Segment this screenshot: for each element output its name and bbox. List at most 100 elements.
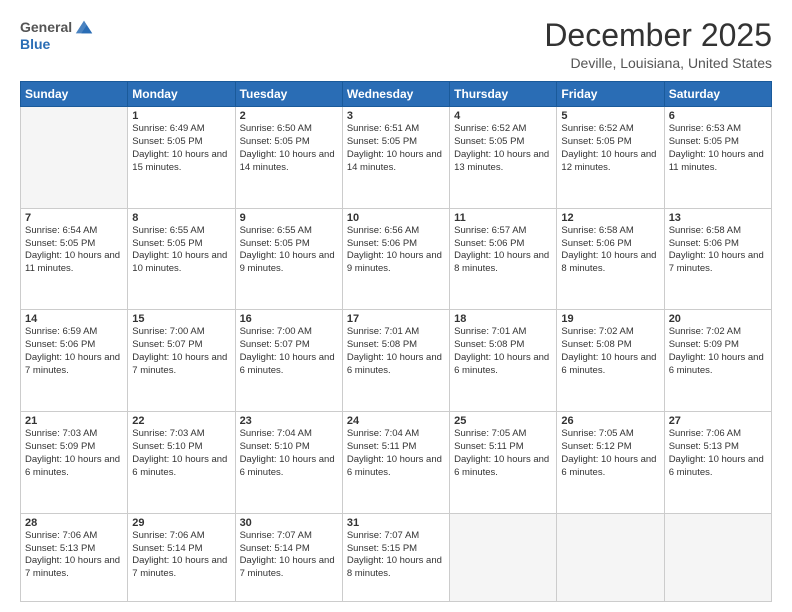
logo: General Blue [20, 18, 94, 52]
day-info: Sunrise: 6:54 AM Sunset: 5:05 PM Dayligh… [25, 225, 123, 276]
day-number: 2 [240, 110, 338, 122]
calendar-cell: 17Sunrise: 7:01 AM Sunset: 5:08 PM Dayli… [342, 310, 449, 412]
day-number: 15 [132, 313, 230, 325]
day-info: Sunrise: 7:05 AM Sunset: 5:12 PM Dayligh… [561, 428, 659, 479]
calendar-cell: 9Sunrise: 6:55 AM Sunset: 5:05 PM Daylig… [235, 208, 342, 310]
day-info: Sunrise: 7:02 AM Sunset: 5:09 PM Dayligh… [669, 326, 767, 377]
day-info: Sunrise: 6:52 AM Sunset: 5:05 PM Dayligh… [454, 123, 552, 174]
logo-general: General [20, 20, 72, 34]
header-thursday: Thursday [450, 82, 557, 107]
header: General Blue December 2025 Deville, Loui… [20, 18, 772, 71]
subtitle: Deville, Louisiana, United States [544, 55, 772, 71]
calendar-cell: 30Sunrise: 7:07 AM Sunset: 5:14 PM Dayli… [235, 513, 342, 601]
logo-icon [74, 18, 94, 36]
day-info: Sunrise: 6:56 AM Sunset: 5:06 PM Dayligh… [347, 225, 445, 276]
day-info: Sunrise: 6:59 AM Sunset: 5:06 PM Dayligh… [25, 326, 123, 377]
day-info: Sunrise: 6:51 AM Sunset: 5:05 PM Dayligh… [347, 123, 445, 174]
day-number: 6 [669, 110, 767, 122]
calendar-cell: 13Sunrise: 6:58 AM Sunset: 5:06 PM Dayli… [664, 208, 771, 310]
day-info: Sunrise: 7:03 AM Sunset: 5:09 PM Dayligh… [25, 428, 123, 479]
day-info: Sunrise: 6:50 AM Sunset: 5:05 PM Dayligh… [240, 123, 338, 174]
day-number: 20 [669, 313, 767, 325]
calendar-cell: 26Sunrise: 7:05 AM Sunset: 5:12 PM Dayli… [557, 412, 664, 514]
header-friday: Friday [557, 82, 664, 107]
calendar-cell: 1Sunrise: 6:49 AM Sunset: 5:05 PM Daylig… [128, 107, 235, 209]
day-info: Sunrise: 7:06 AM Sunset: 5:13 PM Dayligh… [25, 530, 123, 581]
header-wednesday: Wednesday [342, 82, 449, 107]
day-number: 26 [561, 415, 659, 427]
day-info: Sunrise: 7:01 AM Sunset: 5:08 PM Dayligh… [347, 326, 445, 377]
day-info: Sunrise: 7:07 AM Sunset: 5:15 PM Dayligh… [347, 530, 445, 581]
day-number: 14 [25, 313, 123, 325]
day-info: Sunrise: 6:49 AM Sunset: 5:05 PM Dayligh… [132, 123, 230, 174]
day-number: 29 [132, 517, 230, 529]
day-info: Sunrise: 6:55 AM Sunset: 5:05 PM Dayligh… [132, 225, 230, 276]
day-number: 7 [25, 212, 123, 224]
calendar-cell: 18Sunrise: 7:01 AM Sunset: 5:08 PM Dayli… [450, 310, 557, 412]
calendar-cell: 15Sunrise: 7:00 AM Sunset: 5:07 PM Dayli… [128, 310, 235, 412]
day-number: 21 [25, 415, 123, 427]
day-info: Sunrise: 7:00 AM Sunset: 5:07 PM Dayligh… [132, 326, 230, 377]
day-number: 3 [347, 110, 445, 122]
calendar-cell: 6Sunrise: 6:53 AM Sunset: 5:05 PM Daylig… [664, 107, 771, 209]
calendar-cell: 12Sunrise: 6:58 AM Sunset: 5:06 PM Dayli… [557, 208, 664, 310]
calendar-cell: 29Sunrise: 7:06 AM Sunset: 5:14 PM Dayli… [128, 513, 235, 601]
calendar-cell: 19Sunrise: 7:02 AM Sunset: 5:08 PM Dayli… [557, 310, 664, 412]
calendar-cell [450, 513, 557, 601]
day-info: Sunrise: 7:04 AM Sunset: 5:11 PM Dayligh… [347, 428, 445, 479]
day-info: Sunrise: 7:06 AM Sunset: 5:13 PM Dayligh… [669, 428, 767, 479]
calendar-cell: 28Sunrise: 7:06 AM Sunset: 5:13 PM Dayli… [21, 513, 128, 601]
day-info: Sunrise: 6:58 AM Sunset: 5:06 PM Dayligh… [561, 225, 659, 276]
day-number: 8 [132, 212, 230, 224]
day-number: 5 [561, 110, 659, 122]
day-number: 4 [454, 110, 552, 122]
calendar-cell [557, 513, 664, 601]
day-number: 25 [454, 415, 552, 427]
day-info: Sunrise: 7:04 AM Sunset: 5:10 PM Dayligh… [240, 428, 338, 479]
calendar-cell: 27Sunrise: 7:06 AM Sunset: 5:13 PM Dayli… [664, 412, 771, 514]
day-number: 18 [454, 313, 552, 325]
day-number: 24 [347, 415, 445, 427]
day-info: Sunrise: 6:52 AM Sunset: 5:05 PM Dayligh… [561, 123, 659, 174]
calendar-cell: 8Sunrise: 6:55 AM Sunset: 5:05 PM Daylig… [128, 208, 235, 310]
header-sunday: Sunday [21, 82, 128, 107]
calendar-cell: 11Sunrise: 6:57 AM Sunset: 5:06 PM Dayli… [450, 208, 557, 310]
calendar-cell: 25Sunrise: 7:05 AM Sunset: 5:11 PM Dayli… [450, 412, 557, 514]
header-tuesday: Tuesday [235, 82, 342, 107]
day-info: Sunrise: 7:02 AM Sunset: 5:08 PM Dayligh… [561, 326, 659, 377]
day-info: Sunrise: 7:05 AM Sunset: 5:11 PM Dayligh… [454, 428, 552, 479]
day-number: 16 [240, 313, 338, 325]
calendar-cell: 24Sunrise: 7:04 AM Sunset: 5:11 PM Dayli… [342, 412, 449, 514]
header-monday: Monday [128, 82, 235, 107]
calendar-cell: 7Sunrise: 6:54 AM Sunset: 5:05 PM Daylig… [21, 208, 128, 310]
day-info: Sunrise: 6:55 AM Sunset: 5:05 PM Dayligh… [240, 225, 338, 276]
calendar-cell: 5Sunrise: 6:52 AM Sunset: 5:05 PM Daylig… [557, 107, 664, 209]
calendar-cell [21, 107, 128, 209]
title-section: December 2025 Deville, Louisiana, United… [544, 18, 772, 71]
day-number: 10 [347, 212, 445, 224]
calendar-table: Sunday Monday Tuesday Wednesday Thursday… [20, 81, 772, 602]
day-number: 13 [669, 212, 767, 224]
day-number: 9 [240, 212, 338, 224]
logo-blue: Blue [20, 36, 50, 52]
calendar-cell: 21Sunrise: 7:03 AM Sunset: 5:09 PM Dayli… [21, 412, 128, 514]
header-saturday: Saturday [664, 82, 771, 107]
day-info: Sunrise: 7:01 AM Sunset: 5:08 PM Dayligh… [454, 326, 552, 377]
day-number: 22 [132, 415, 230, 427]
calendar-header-row: Sunday Monday Tuesday Wednesday Thursday… [21, 82, 772, 107]
calendar-cell: 22Sunrise: 7:03 AM Sunset: 5:10 PM Dayli… [128, 412, 235, 514]
day-number: 12 [561, 212, 659, 224]
calendar-cell: 4Sunrise: 6:52 AM Sunset: 5:05 PM Daylig… [450, 107, 557, 209]
day-info: Sunrise: 7:00 AM Sunset: 5:07 PM Dayligh… [240, 326, 338, 377]
day-number: 19 [561, 313, 659, 325]
calendar-cell [664, 513, 771, 601]
day-number: 23 [240, 415, 338, 427]
day-info: Sunrise: 7:03 AM Sunset: 5:10 PM Dayligh… [132, 428, 230, 479]
day-number: 31 [347, 517, 445, 529]
calendar-cell: 2Sunrise: 6:50 AM Sunset: 5:05 PM Daylig… [235, 107, 342, 209]
day-info: Sunrise: 6:57 AM Sunset: 5:06 PM Dayligh… [454, 225, 552, 276]
calendar-cell: 31Sunrise: 7:07 AM Sunset: 5:15 PM Dayli… [342, 513, 449, 601]
calendar-cell: 10Sunrise: 6:56 AM Sunset: 5:06 PM Dayli… [342, 208, 449, 310]
day-info: Sunrise: 6:58 AM Sunset: 5:06 PM Dayligh… [669, 225, 767, 276]
day-info: Sunrise: 7:06 AM Sunset: 5:14 PM Dayligh… [132, 530, 230, 581]
